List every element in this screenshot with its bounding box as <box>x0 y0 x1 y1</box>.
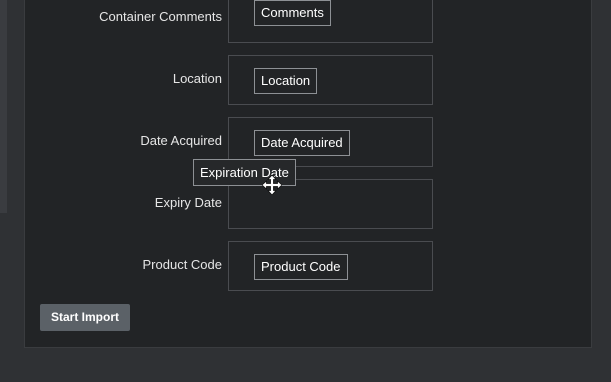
field-label-expiry-date: Expiry Date <box>154 195 222 210</box>
field-label-location: Location <box>172 71 222 86</box>
field-label-product-code: Product Code <box>142 257 223 272</box>
field-label-date-acquired: Date Acquired <box>140 133 222 148</box>
import-mapping-panel: Container Comments Comments Location Loc… <box>24 0 592 348</box>
field-label-container-comments: Container Comments <box>99 9 222 24</box>
mapped-column-chip-date-acquired[interactable]: Date Acquired <box>254 130 350 156</box>
mapped-column-chip-comments[interactable]: Comments <box>254 0 331 26</box>
start-import-button[interactable]: Start Import <box>40 304 130 331</box>
mapped-column-chip-product-code[interactable]: Product Code <box>254 254 348 280</box>
drop-zone-container-comments[interactable]: Comments <box>228 0 433 43</box>
left-edge-panel <box>0 0 7 213</box>
mapped-column-chip-location[interactable]: Location <box>254 68 318 94</box>
move-cursor-icon <box>262 175 282 195</box>
drop-zone-location[interactable]: Location <box>228 55 433 105</box>
drop-zone-product-code[interactable]: Product Code <box>228 241 433 291</box>
drop-zone-expiry-date[interactable] <box>228 179 433 229</box>
